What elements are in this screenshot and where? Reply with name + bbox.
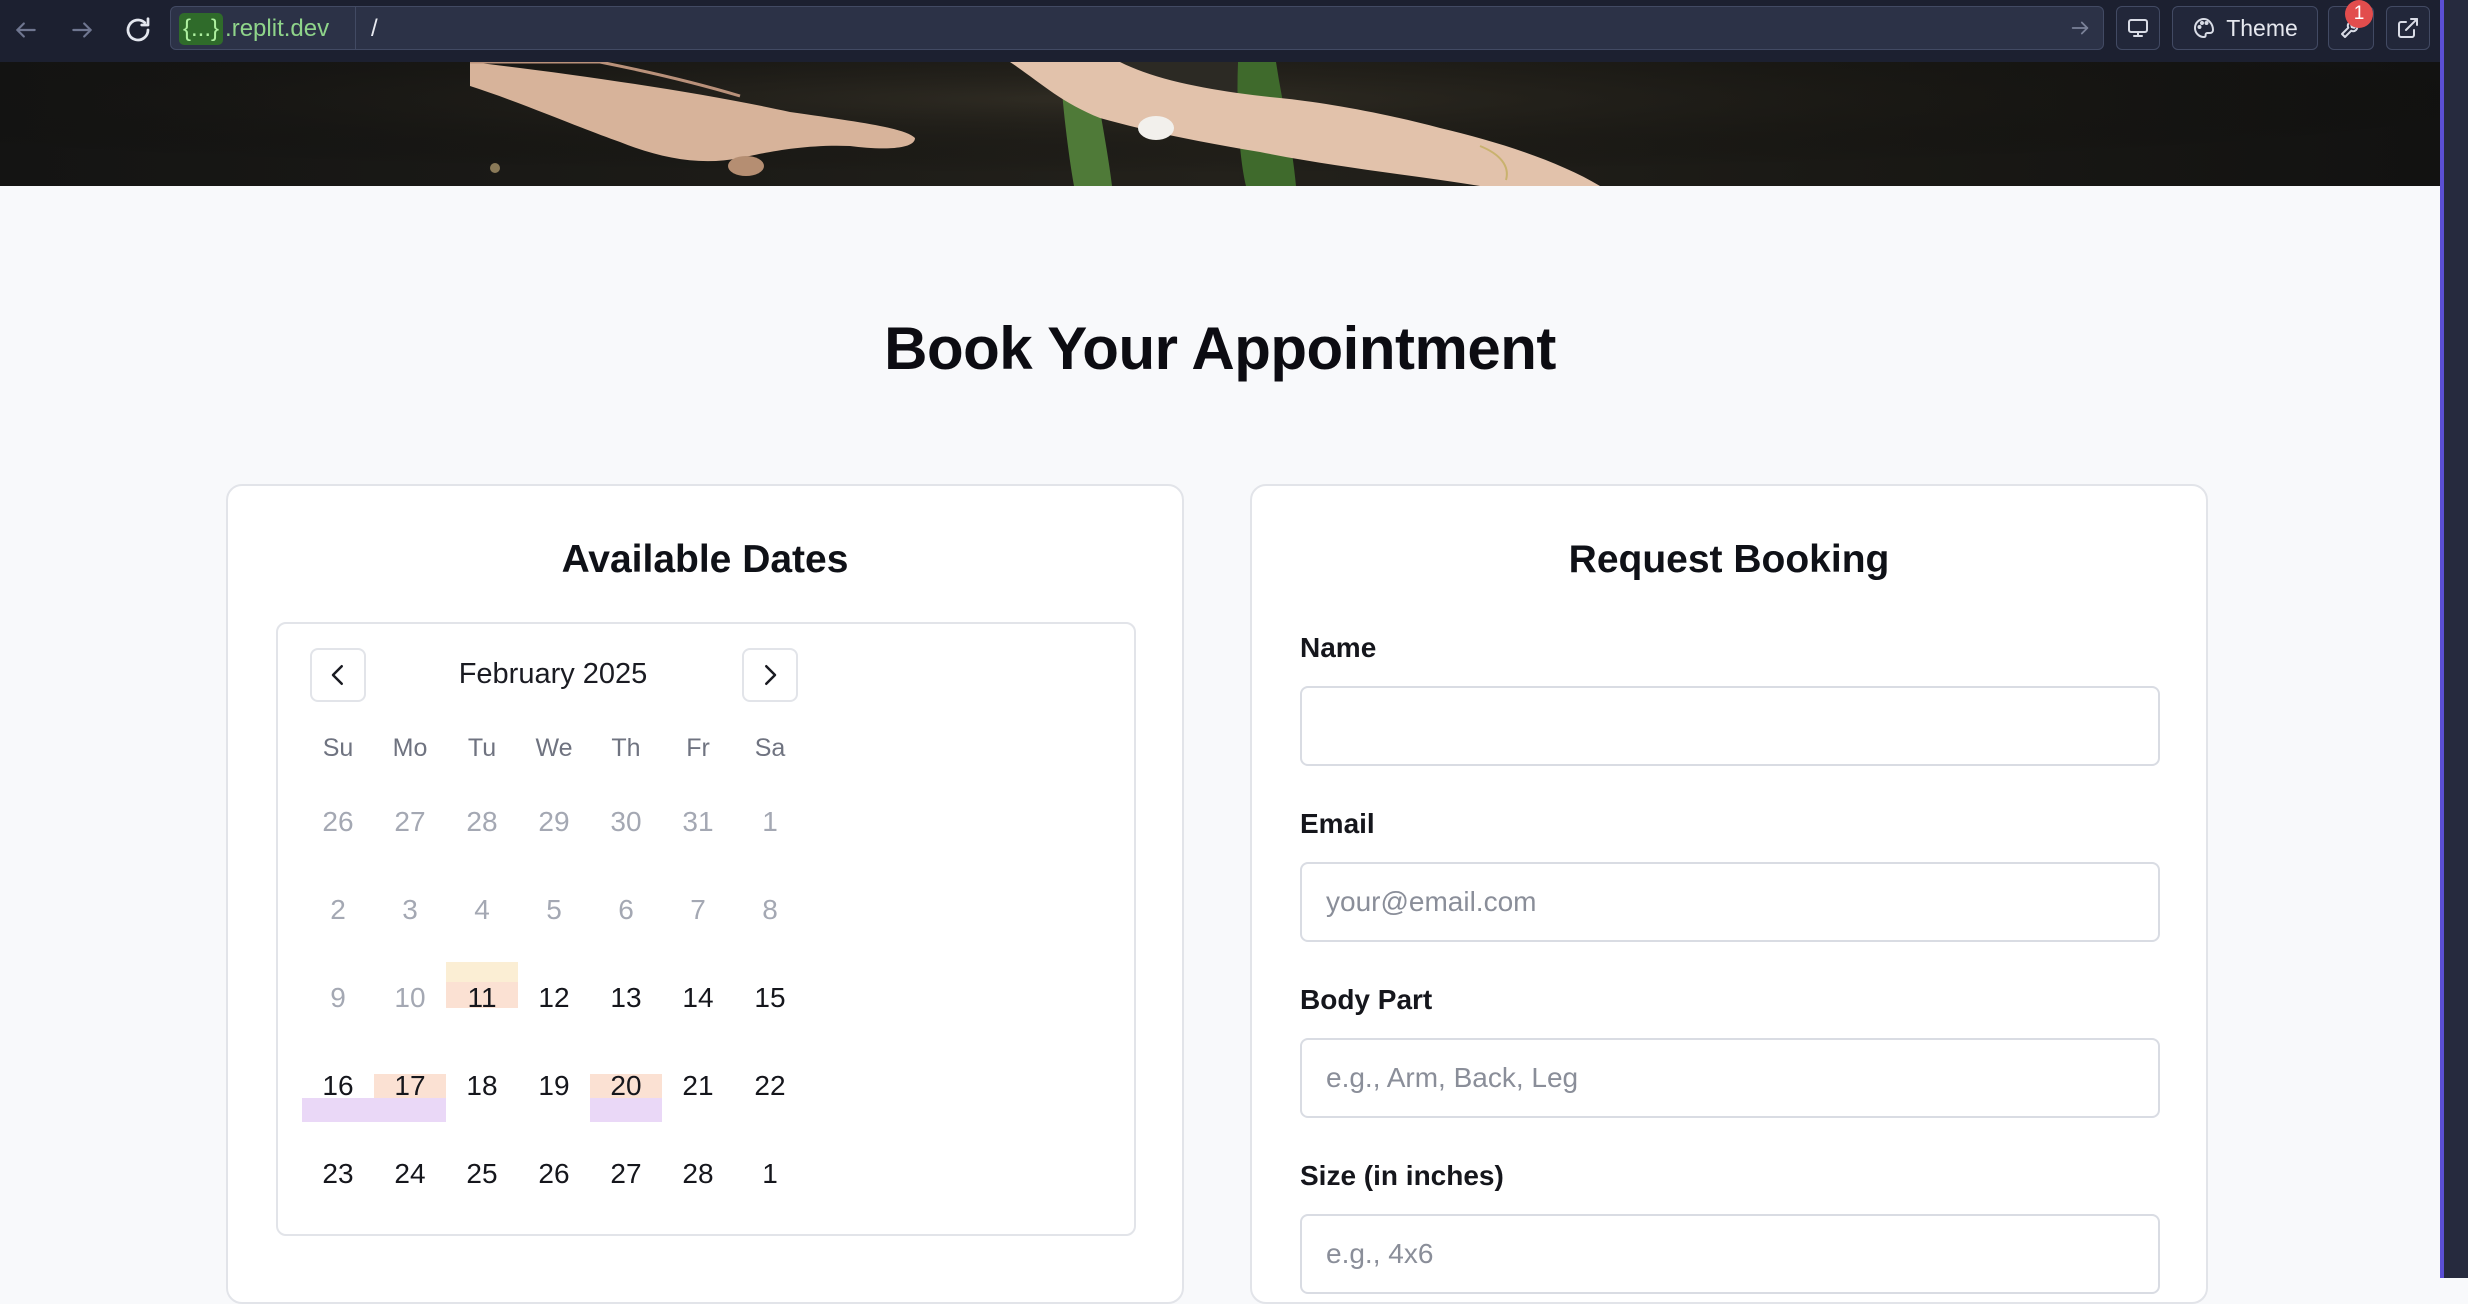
- calendar-day-disabled: 8: [762, 894, 778, 925]
- notification-badge: 1: [2345, 0, 2373, 28]
- body-part-input[interactable]: [1300, 1038, 2160, 1118]
- calendar-day[interactable]: 16: [302, 1062, 374, 1110]
- calendar: February 2025 Su Mo Tu We Th Fr Sa 26 27…: [276, 622, 1136, 1236]
- calendar-day[interactable]: 23: [302, 1150, 374, 1198]
- chevron-right-icon: [765, 665, 777, 685]
- calendar-day[interactable]: 19: [518, 1062, 590, 1110]
- calendar-day[interactable]: 27: [590, 1150, 662, 1198]
- calendar-day-outside-month: 31: [682, 806, 714, 837]
- calendar-day[interactable]: 21: [662, 1062, 734, 1110]
- available-dates-card: Available Dates February 2025 Su Mo Tu W…: [226, 484, 1184, 1304]
- forward-button[interactable]: [64, 12, 100, 48]
- calendar-day-outside-month: 27: [394, 806, 426, 837]
- calendar-day[interactable]: 13: [590, 974, 662, 1022]
- page-title: Book Your Appointment: [884, 315, 1556, 382]
- previous-month-button[interactable]: [310, 648, 366, 702]
- browser-toolbar: {...} .replit.dev / Theme 1: [0, 0, 2440, 62]
- calendar-day[interactable]: 20: [590, 1062, 662, 1110]
- arrow-right-icon: [72, 22, 92, 38]
- chevron-left-icon: [331, 665, 343, 685]
- calendar-day-disabled: 4: [474, 894, 490, 925]
- devices-button[interactable]: [2116, 6, 2160, 50]
- calendar-day[interactable]: 25: [446, 1150, 518, 1198]
- email-input[interactable]: [1300, 862, 2160, 942]
- url-host-tag: {...}: [179, 13, 224, 45]
- monitor-icon: [2128, 19, 2148, 37]
- hero-image: [0, 62, 2440, 186]
- palette-icon: [2194, 18, 2215, 38]
- weekday-header: Mo: [392, 734, 428, 762]
- open-in-new-tab-button[interactable]: [2386, 6, 2430, 50]
- calendar-day-disabled: 10: [394, 982, 426, 1013]
- url-host: {...} .replit.dev: [179, 13, 329, 45]
- calendar-day[interactable]: 18: [446, 1062, 518, 1110]
- url-path: /: [371, 15, 378, 42]
- calendar-day-disabled: 3: [402, 894, 418, 925]
- request-booking-title: Request Booking: [1568, 538, 1890, 581]
- name-label: Name: [1300, 632, 1377, 663]
- go-arrow-icon[interactable]: [2069, 17, 2091, 44]
- body-part-label: Body Part: [1300, 984, 1433, 1015]
- calendar-day[interactable]: 11: [446, 974, 518, 1022]
- back-button[interactable]: [8, 12, 44, 48]
- calendar-day-outside-month: 29: [538, 806, 570, 837]
- calendar-day[interactable]: 17: [374, 1062, 446, 1110]
- weekday-header: Tu: [467, 734, 497, 762]
- size-input[interactable]: [1300, 1214, 2160, 1294]
- calendar-day[interactable]: 12: [518, 974, 590, 1022]
- theme-label: Theme: [2226, 14, 2298, 41]
- calendar-day[interactable]: 26: [518, 1150, 590, 1198]
- reload-icon: [126, 17, 150, 42]
- calendar-day[interactable]: 24: [374, 1150, 446, 1198]
- calendar-day[interactable]: 22: [734, 1062, 806, 1110]
- weekday-header: Su: [322, 734, 354, 762]
- weekday-header: We: [535, 734, 573, 762]
- hands-illustration: [0, 62, 2440, 186]
- size-label: Size (in inches): [1300, 1160, 1504, 1191]
- address-bar[interactable]: {...} .replit.dev /: [170, 6, 2104, 50]
- calendar-day-disabled: 1: [762, 806, 778, 837]
- external-link-icon: [2398, 18, 2418, 38]
- name-input[interactable]: [1300, 686, 2160, 766]
- weekday-header: Fr: [686, 734, 710, 762]
- calendar-day-outside-month: 28: [466, 806, 498, 837]
- calendar-month-label: February 2025: [458, 658, 648, 690]
- arrow-left-icon: [16, 22, 36, 38]
- weekday-header: Sa: [754, 734, 786, 762]
- reload-button[interactable]: [120, 12, 156, 48]
- calendar-day-disabled: 6: [618, 894, 634, 925]
- calendar-day-outside-month: 26: [322, 806, 354, 837]
- calendar-day-disabled: 9: [330, 982, 346, 1013]
- calendar-day-outside-month: 30: [610, 806, 642, 837]
- url-divider: [355, 7, 356, 49]
- calendar-day-disabled: 5: [546, 894, 562, 925]
- request-booking-card: Request Booking Name Email Body Part Siz…: [1250, 484, 2208, 1304]
- available-dates-title: Available Dates: [561, 538, 849, 581]
- calendar-day-disabled: 2: [330, 894, 346, 925]
- browser-side-edge: [2440, 0, 2468, 1278]
- email-label: Email: [1300, 808, 1375, 839]
- theme-button[interactable]: Theme: [2172, 6, 2318, 50]
- url-host-domain: .replit.dev: [225, 15, 330, 42]
- next-month-button[interactable]: [742, 648, 798, 702]
- weekday-header: Th: [611, 734, 641, 762]
- calendar-day[interactable]: 28: [662, 1150, 734, 1198]
- calendar-day-disabled: 7: [690, 894, 706, 925]
- calendar-day[interactable]: 14: [662, 974, 734, 1022]
- calendar-day[interactable]: 15: [734, 974, 806, 1022]
- calendar-day-outside-month[interactable]: 1: [734, 1150, 806, 1198]
